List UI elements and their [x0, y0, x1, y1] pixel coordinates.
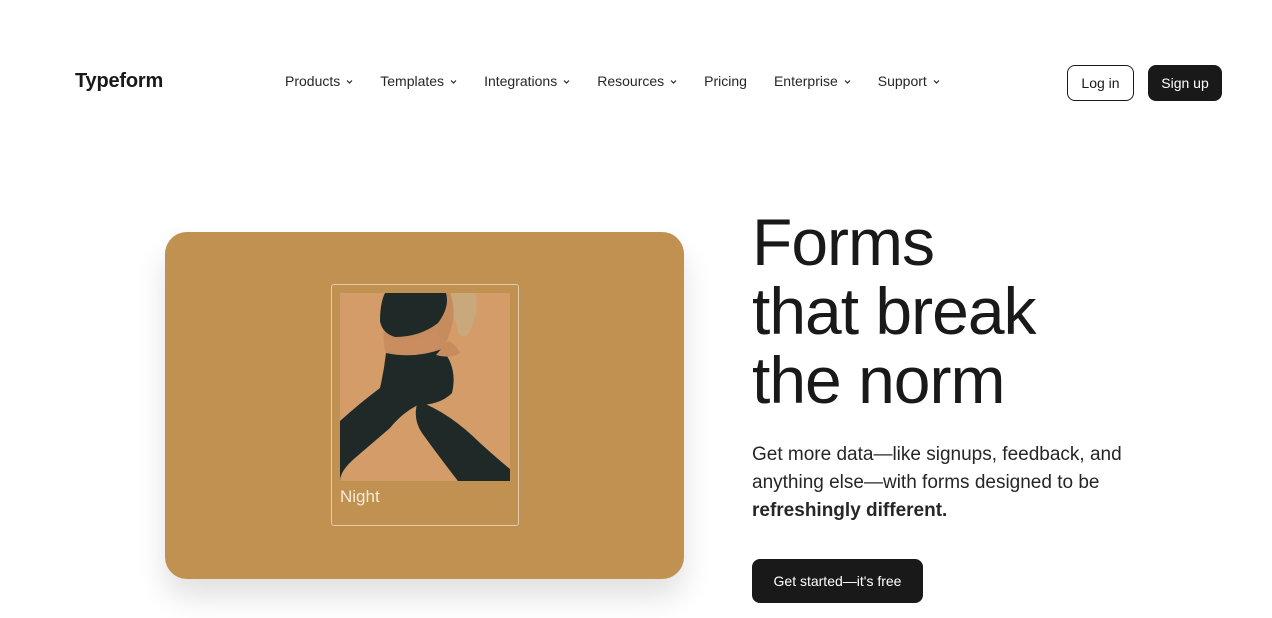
nav-item-label: Resources [597, 73, 665, 89]
athlete-illustration [340, 293, 510, 481]
hero-subtext: Get more data—like signups, feedback, an… [752, 441, 1162, 525]
card-caption: Night [340, 487, 380, 506]
headline-line-3: the norm [752, 343, 1005, 417]
chevron-down-icon [346, 78, 353, 85]
site-header: Typeform Products Templates Integrations… [0, 0, 1272, 130]
chevron-down-icon [450, 78, 457, 85]
nav-item-resources[interactable]: Resources [597, 73, 677, 89]
main-nav: Products Templates Integrations Resource… [285, 73, 967, 89]
nav-item-enterprise[interactable]: Enterprise [774, 73, 851, 89]
login-button[interactable]: Log in [1067, 65, 1134, 101]
chevron-down-icon [563, 78, 570, 85]
get-started-button[interactable]: Get started—it's free [752, 559, 923, 603]
chevron-down-icon [670, 78, 677, 85]
nav-item-label: Pricing [704, 73, 747, 89]
signup-button[interactable]: Sign up [1148, 65, 1222, 101]
nav-item-pricing[interactable]: Pricing [704, 73, 747, 89]
chevron-down-icon [844, 78, 851, 85]
nav-item-label: Templates [380, 73, 445, 89]
nav-item-label: Enterprise [773, 73, 838, 89]
nav-item-support[interactable]: Support [878, 73, 940, 89]
hero-subtext-main: Get more data—like signups, feedback, an… [752, 444, 1122, 493]
hero-headline: Forms that break the norm [752, 205, 1037, 417]
chevron-down-icon [933, 78, 940, 85]
hero-photo [340, 293, 510, 481]
nav-item-label: Integrations [484, 73, 558, 89]
typeform-logo[interactable]: Typeform [75, 70, 163, 93]
nav-item-label: Support [877, 73, 927, 89]
nav-item-products[interactable]: Products [285, 73, 353, 89]
nav-item-integrations[interactable]: Integrations [484, 73, 570, 89]
nav-item-label: Products [285, 73, 341, 89]
nav-item-templates[interactable]: Templates [380, 73, 457, 89]
hero-subtext-bold: refreshingly different. [752, 500, 948, 521]
headline-line-1: Forms [752, 205, 935, 279]
headline-line-2: that break [752, 274, 1037, 348]
